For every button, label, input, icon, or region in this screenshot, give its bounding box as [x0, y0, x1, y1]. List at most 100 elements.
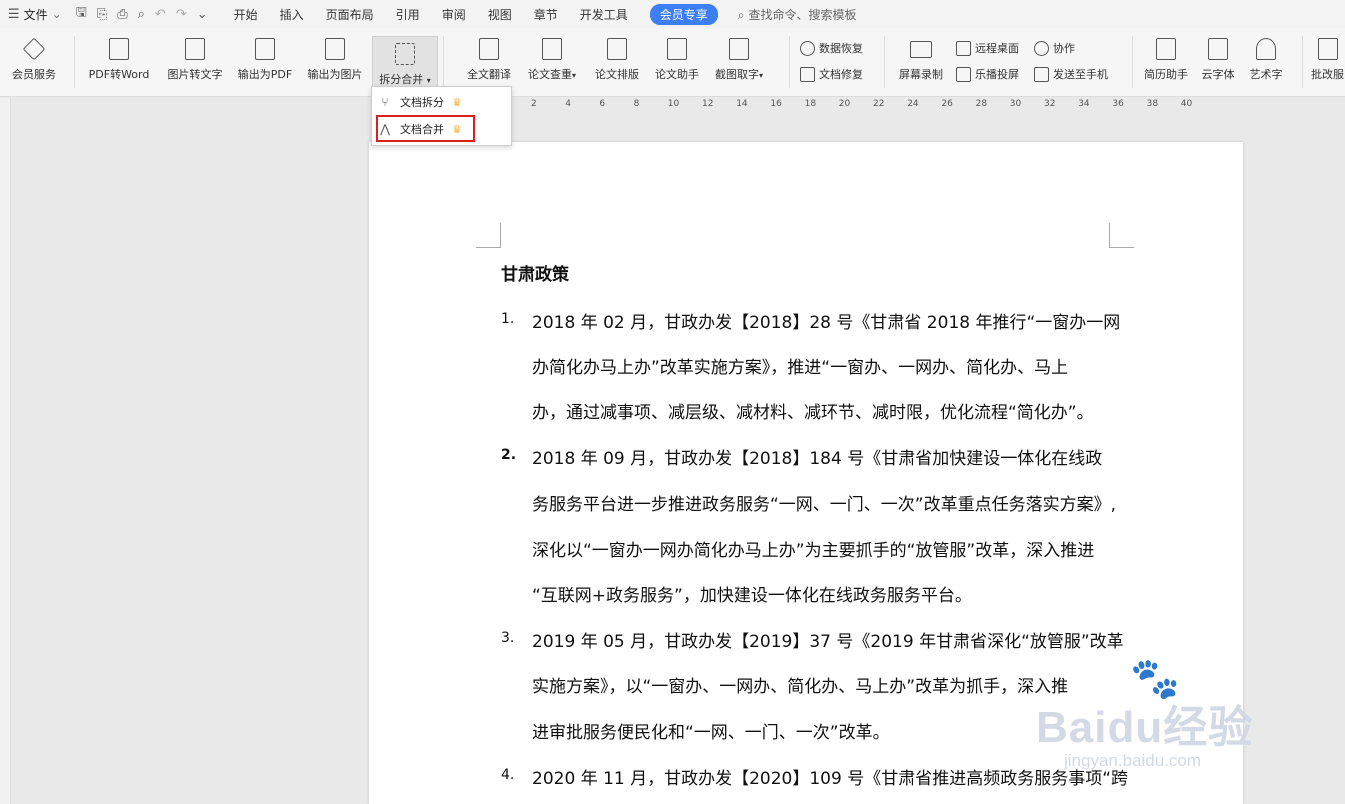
export-image-button[interactable]: 输出为图片 [302, 32, 368, 88]
button-label: 云字体 [1201, 68, 1235, 81]
tab-references[interactable]: 引用 [396, 6, 420, 23]
ruler-tick: 14 [736, 99, 748, 109]
highlight-box [376, 115, 475, 142]
plagiarism-check-button[interactable]: 论文查重▾ [522, 32, 582, 88]
list-item: 2. 2018 年 09 月，甘政办发【2018】184 号《甘肃省加快建设一体… [501, 444, 1116, 626]
file-menu-label: 文件 [23, 7, 48, 22]
ocr-capture-icon [726, 36, 752, 62]
tab-developer[interactable]: 开发工具 [580, 6, 628, 23]
resume-assistant-button[interactable]: 简历助手 [1139, 32, 1193, 88]
customize-icon[interactable]: ⌄ [197, 7, 208, 22]
review-service-button[interactable]: 批改服 [1310, 32, 1345, 88]
remote-desktop-icon [956, 40, 971, 56]
diamond-icon [21, 36, 47, 62]
button-label: 艺术字 [1249, 68, 1283, 81]
margin-corner-left [476, 223, 501, 248]
text-line: 进审批服务便民化和“一网、一门、一次”改革。 [532, 723, 890, 743]
redo-icon[interactable]: ↷ [176, 7, 187, 22]
menu-item-doc-split[interactable]: ⑂ 文档拆分 ♛ [378, 91, 461, 113]
text-line: 2018 年 09 月，甘政办发【2018】184 号《甘肃省加快建设一体化在线… [532, 449, 1103, 469]
cloud-font-button[interactable]: 云字体 [1198, 32, 1238, 88]
recovery-icon [800, 40, 815, 56]
list-number: 4. [501, 767, 515, 783]
ruler-tick: 8 [633, 99, 640, 109]
split-merge-icon [392, 41, 418, 67]
data-recovery-button[interactable]: 数据恢复 [800, 40, 863, 56]
horizontal-ruler: 2 4 6 8 10 12 14 16 18 20 22 24 26 28 30 32 34 36 38 40 [511, 97, 1231, 113]
resume-icon [1153, 36, 1179, 62]
print-icon[interactable]: ⎙ [117, 7, 127, 22]
save-icon[interactable]: 🖫 [76, 3, 87, 25]
ruler-tick: 32 [1044, 99, 1056, 109]
file-menu[interactable]: ☰ 文件 ⌄ [8, 6, 62, 23]
tab-view[interactable]: 视图 [488, 6, 512, 23]
export-pdf-icon [252, 36, 278, 62]
typeset-icon [604, 36, 630, 62]
export-pdf-button[interactable]: 输出为PDF [233, 32, 297, 88]
chevron-down-icon: ⌄ [51, 7, 62, 21]
button-label: 简历助手 [1144, 68, 1188, 81]
tab-page-layout[interactable]: 页面布局 [326, 6, 374, 23]
text-line: 深化以“一窗办一网办简化办马上办”为主要抓手的“放管服”改革，深入推进 [532, 541, 1095, 561]
button-label: 发送至手机 [1053, 68, 1108, 81]
art-text-button[interactable]: 艺术字 [1244, 32, 1288, 88]
art-text-icon [1253, 36, 1279, 62]
ruler-tick: 24 [907, 99, 919, 109]
list-item: 3. 2019 年 05 月，甘政办发【2019】37 号《2019 年甘肃省深… [501, 627, 1124, 763]
print-preview-icon[interactable]: ⌕ [138, 7, 145, 22]
tab-home[interactable]: 开始 [234, 6, 258, 23]
ruler-tick: 40 [1180, 99, 1193, 109]
thesis-typeset-button[interactable]: 论文排版 [590, 32, 644, 88]
full-translate-button[interactable]: 全文翻译 [460, 32, 518, 88]
cast-screen-button[interactable]: 乐播投屏 [956, 66, 1019, 82]
text-line: 务服务平台进一步推进政务服务“一网、一门、一次”改革重点任务落实方案》, [532, 495, 1117, 515]
split-merge-button[interactable]: 拆分合并 ▾ [372, 36, 438, 88]
ruler-tick: 30 [1009, 99, 1022, 109]
divider [884, 36, 885, 88]
ruler-tick: 10 [667, 99, 680, 109]
ruler-tick: 38 [1146, 99, 1159, 109]
watermark-url: jingyan.baidu.com [1064, 751, 1202, 770]
button-label: PDF转Word [88, 68, 150, 81]
tab-vip[interactable]: 会员专享 [649, 3, 718, 25]
caret-down-icon: ▾ [571, 71, 576, 80]
undo-icon[interactable]: ↶ [155, 7, 166, 22]
tab-chapter[interactable]: 章节 [534, 6, 558, 23]
button-label-wrap: 拆分合并 ▾ [379, 71, 431, 87]
export-image-icon [322, 36, 348, 62]
pdf-word-icon [106, 36, 132, 62]
search-placeholder: 查找命令、搜索模板 [748, 7, 857, 22]
plagiarism-icon [539, 36, 565, 62]
tab-review[interactable]: 审阅 [442, 6, 466, 23]
button-label-wrap: 截图取字▾ [715, 66, 763, 82]
ruler-tick: 18 [804, 99, 817, 109]
search-icon: ⌕ [737, 7, 745, 22]
pdf-to-word-button[interactable]: PDF转Word [84, 32, 154, 88]
divider [1132, 36, 1133, 88]
ruler-tick: 34 [1078, 99, 1090, 109]
format-painter-icon[interactable]: ⎘ [97, 7, 107, 22]
text-line: “互联网+政务服务”，加快建设一体化在线政务服务平台。 [532, 586, 972, 606]
screen-record-button[interactable]: 屏幕录制 [894, 32, 948, 88]
menu-bar: ☰ 文件 ⌄ 🖫 ⎘ ⎙ ⌕ ↶ ↷ ⌄ 开始 插入 页面布局 引用 审阅 视图… [0, 0, 1345, 28]
collaborate-button[interactable]: 协作 [1034, 40, 1075, 56]
remote-desktop-button[interactable]: 远程桌面 [956, 40, 1019, 56]
split-icon: ⑂ [381, 95, 389, 109]
thesis-assistant-button[interactable]: 论文助手 [650, 32, 704, 88]
divider [1302, 36, 1303, 88]
margin-corner-right [1109, 223, 1134, 248]
ruler-tick: 20 [838, 99, 851, 109]
cloud-font-icon [1205, 36, 1231, 62]
vip-service-button[interactable]: 会员服务 [4, 32, 64, 88]
ocr-capture-button[interactable]: 截图取字▾ [709, 32, 769, 88]
ruler-tick: 6 [599, 99, 606, 109]
tab-insert[interactable]: 插入 [280, 6, 304, 23]
image-to-text-button[interactable]: 图片转文字 [162, 32, 228, 88]
doc-repair-button[interactable]: 文档修复 [800, 66, 863, 82]
divider [789, 36, 790, 88]
repair-icon [800, 66, 815, 82]
document-heading: 甘肃政策 [501, 265, 569, 285]
divider [443, 36, 444, 88]
send-to-phone-button[interactable]: 发送至手机 [1034, 66, 1108, 82]
command-search[interactable]: ⌕ 查找命令、搜索模板 [738, 6, 857, 23]
